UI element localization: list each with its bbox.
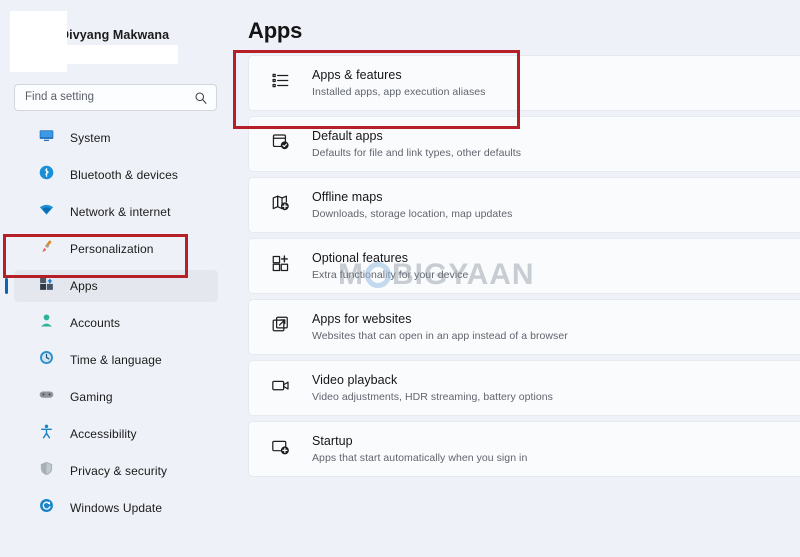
sidebar-item-personalization[interactable]: Personalization [14, 233, 218, 265]
page-title: Apps [248, 18, 303, 43]
person-icon [38, 312, 70, 334]
sidebar-item-label: Bluetooth & devices [70, 168, 178, 182]
sidebar-item-windows-update[interactable]: Windows Update [14, 492, 218, 524]
sidebar-item-bluetooth-devices[interactable]: Bluetooth & devices [14, 159, 218, 191]
card-title: Apps & features [312, 67, 402, 82]
optional-features-icon [271, 254, 312, 278]
wifi-icon [38, 201, 70, 223]
shield-icon [38, 460, 70, 482]
default-apps-icon [271, 132, 312, 156]
card-text: Apps for websites Websites that can open … [312, 311, 568, 343]
card-title: Optional features [312, 250, 409, 265]
sidebar: Divyang Makwana Find a setting System Blu… [0, 0, 232, 557]
settings-window: Divyang Makwana Find a setting System Blu… [0, 0, 800, 557]
sidebar-item-label: Privacy & security [70, 464, 168, 478]
external-link-icon [271, 315, 312, 339]
card-title: Startup [312, 433, 353, 448]
account-name: Divyang Makwana [60, 28, 170, 42]
card-text: Optional features Extra functionality for… [312, 250, 468, 282]
settings-card-offline-maps[interactable]: Offline maps Downloads, storage location,… [248, 177, 800, 233]
card-subtitle: Installed apps, app execution aliases [312, 85, 486, 98]
gamepad-icon [38, 386, 70, 408]
sidebar-item-label: Windows Update [70, 501, 163, 515]
card-subtitle: Defaults for file and link types, other … [312, 146, 522, 159]
apps-icon [38, 275, 70, 297]
card-text: Video playback Video adjustments, HDR str… [312, 372, 553, 404]
settings-card-startup[interactable]: Startup Apps that start automatically whe… [248, 421, 800, 477]
accessibility-icon [38, 423, 70, 445]
search-input[interactable]: Find a setting [14, 84, 217, 111]
account-header[interactable]: Divyang Makwana [0, 0, 232, 78]
sidebar-item-system[interactable]: System [14, 122, 218, 154]
card-title: Video playback [312, 372, 398, 387]
search-icon[interactable] [194, 91, 208, 105]
main-content: Apps Apps & features Installed apps, app … [232, 0, 800, 557]
account-email-redaction [55, 45, 178, 64]
card-title: Default apps [312, 128, 383, 143]
update-icon [38, 497, 70, 519]
search-placeholder: Find a setting [25, 91, 95, 103]
sidebar-item-label: Apps [70, 279, 98, 293]
selection-indicator [5, 278, 8, 294]
sidebar-item-label: Personalization [70, 242, 154, 256]
monitor-icon [38, 127, 70, 149]
card-subtitle: Websites that can open in an app instead… [312, 329, 568, 342]
card-subtitle: Apps that start automatically when you s… [312, 451, 528, 464]
paintbrush-icon [38, 238, 70, 260]
card-title: Offline maps [312, 189, 383, 204]
card-title: Apps for websites [312, 311, 412, 326]
card-text: Default apps Defaults for file and link t… [312, 128, 521, 160]
settings-card-list: Apps & features Installed apps, app execu… [248, 55, 800, 482]
card-subtitle: Video adjustments, HDR streaming, batter… [312, 390, 553, 403]
sidebar-item-gaming[interactable]: Gaming [14, 381, 218, 413]
sidebar-item-label: Time & language [70, 353, 162, 367]
sidebar-item-label: Accounts [70, 316, 121, 330]
sidebar-item-accounts[interactable]: Accounts [14, 307, 218, 339]
settings-card-apps-features[interactable]: Apps & features Installed apps, app execu… [248, 55, 800, 111]
card-text: Offline maps Downloads, storage location,… [312, 189, 512, 221]
card-subtitle: Extra functionality for your device [312, 268, 469, 281]
card-subtitle: Downloads, storage location, map updates [312, 207, 513, 220]
startup-icon [271, 437, 312, 461]
sidebar-item-label: System [70, 131, 111, 145]
sidebar-nav: System Bluetooth & devices Network & inter… [0, 122, 232, 529]
clock-globe-icon [38, 349, 70, 371]
map-icon [271, 193, 312, 217]
settings-card-video-playback[interactable]: Video playback Video adjustments, HDR str… [248, 360, 800, 416]
settings-card-optional-features[interactable]: Optional features Extra functionality for… [248, 238, 800, 294]
video-icon [271, 376, 312, 400]
bluetooth-icon [38, 164, 70, 186]
sidebar-item-label: Accessibility [70, 427, 137, 441]
sidebar-item-apps[interactable]: Apps [5, 270, 218, 302]
settings-card-apps-for-websites[interactable]: Apps for websites Websites that can open … [248, 299, 800, 355]
sidebar-item-network-internet[interactable]: Network & internet [14, 196, 218, 228]
sidebar-item-privacy-security[interactable]: Privacy & security [14, 455, 218, 487]
settings-card-default-apps[interactable]: Default apps Defaults for file and link t… [248, 116, 800, 172]
sidebar-item-time-language[interactable]: Time & language [14, 344, 218, 376]
card-text: Apps & features Installed apps, app execu… [312, 67, 485, 99]
list-icon [271, 71, 312, 95]
card-text: Startup Apps that start automatically whe… [312, 433, 527, 465]
sidebar-item-accessibility[interactable]: Accessibility [14, 418, 218, 450]
sidebar-item-label: Gaming [70, 390, 113, 404]
sidebar-item-label: Network & internet [70, 205, 171, 219]
